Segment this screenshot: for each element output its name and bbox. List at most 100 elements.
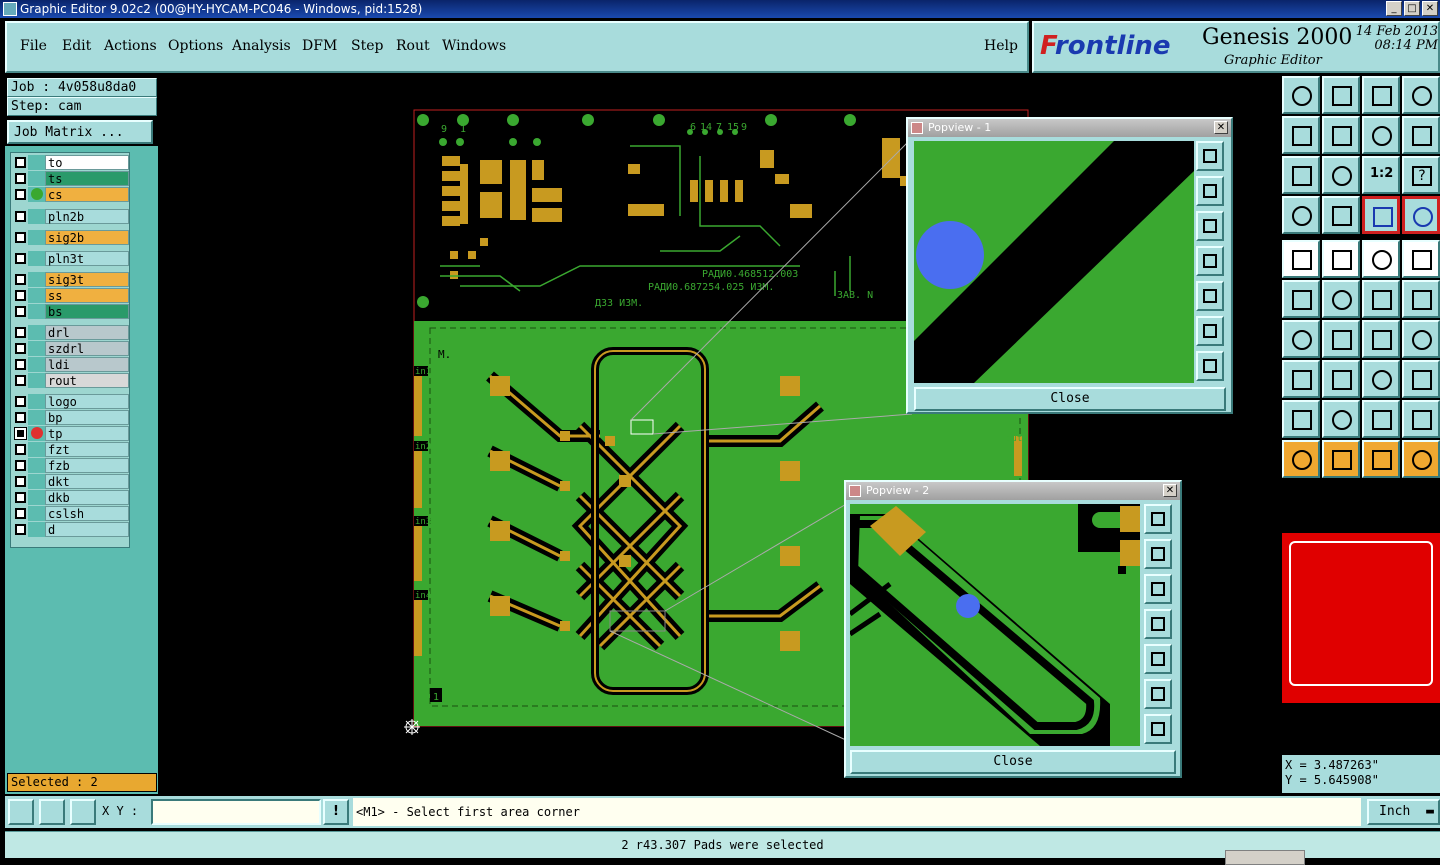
layer-row-sig2b[interactable]: sig2b (11, 230, 129, 245)
layer-color-swatch[interactable] (28, 272, 45, 287)
layer-checkbox[interactable] (15, 359, 26, 370)
menu-windows[interactable]: Windows (442, 38, 506, 54)
layer-checkbox[interactable] (15, 290, 26, 301)
xy-input[interactable] (151, 799, 321, 825)
layer-name[interactable]: pln2b (45, 209, 129, 224)
tool-triangle2-button[interactable] (1322, 400, 1360, 438)
grid-tool[interactable] (70, 799, 96, 825)
popview-1-home-tool[interactable] (1196, 351, 1224, 381)
layer-row-to[interactable]: to (11, 155, 129, 170)
layer-name[interactable]: dkb (45, 490, 129, 505)
layer-color-swatch[interactable] (28, 230, 45, 245)
popview-2-pan-up-tool[interactable] (1144, 539, 1172, 569)
maximize-button[interactable]: □ (1404, 1, 1420, 16)
menu-actions[interactable]: Actions (104, 38, 157, 54)
layer-row-pln3t[interactable]: pln3t (11, 251, 129, 266)
layer-row-logo[interactable]: logo (11, 394, 129, 409)
tool-triangle4-button[interactable] (1402, 400, 1440, 438)
tool-help-button[interactable]: ? (1402, 156, 1440, 194)
layer-name[interactable]: tp (45, 426, 129, 441)
layer-row-pln2b[interactable]: pln2b (11, 209, 129, 224)
layer-row-bp[interactable]: bp (11, 410, 129, 425)
tool-layers-red-button[interactable] (1362, 196, 1400, 234)
layer-name[interactable]: pln3t (45, 251, 129, 266)
layer-name[interactable]: rout (45, 373, 129, 388)
layer-row-bs[interactable]: bs (11, 304, 129, 319)
tool-pointer3-button[interactable] (1362, 440, 1400, 478)
popview-1-pan-right-tool[interactable] (1196, 281, 1224, 311)
popview-1-zoom-in-tool[interactable] (1196, 141, 1224, 171)
tool-triangle3-button[interactable] (1362, 400, 1400, 438)
layer-checkbox[interactable] (15, 396, 26, 407)
info-button[interactable]: ! (323, 799, 349, 825)
layer-name[interactable]: cslsh (45, 506, 129, 521)
tool-connect-button[interactable] (1322, 280, 1360, 318)
layer-checkbox[interactable] (14, 427, 27, 440)
close-window-button[interactable]: ✕ (1422, 1, 1438, 16)
layer-row-ldi[interactable]: ldi (11, 357, 129, 372)
layer-color-swatch[interactable] (28, 304, 45, 319)
job-matrix-button[interactable]: Job Matrix ... (7, 120, 153, 144)
layer-color-swatch[interactable] (28, 187, 45, 202)
tool-pointer2-button[interactable] (1322, 440, 1360, 478)
popview-1-pan-up-tool[interactable] (1196, 176, 1224, 206)
layer-name[interactable]: ss (45, 288, 129, 303)
layer-name[interactable]: to (45, 155, 129, 170)
popview-2-x-button[interactable]: ✕ (1163, 484, 1177, 497)
tool-grid-button[interactable] (1322, 196, 1360, 234)
layer-color-swatch[interactable] (28, 522, 45, 537)
menu-analysis[interactable]: Analysis (232, 38, 291, 54)
menu-options[interactable]: Options (168, 38, 223, 54)
snap-tool-1[interactable] (8, 799, 34, 825)
popview-2-pan-right-tool[interactable] (1144, 644, 1172, 674)
tool-distance-button[interactable] (1362, 360, 1400, 398)
layer-name[interactable]: cs (45, 187, 129, 202)
tool-measure-button[interactable] (1322, 240, 1360, 278)
layer-color-swatch[interactable] (28, 506, 45, 521)
tool-snap-point-button[interactable] (1362, 280, 1400, 318)
tool-ruler-button[interactable] (1362, 240, 1400, 278)
tool-minus-button[interactable] (1322, 360, 1360, 398)
layer-name[interactable]: bs (45, 304, 129, 319)
layer-row-d[interactable]: d (11, 522, 129, 537)
tool-select-dotted-button[interactable] (1402, 240, 1440, 278)
tool-line-button[interactable] (1322, 320, 1360, 358)
popview-1-view[interactable] (914, 141, 1194, 383)
layer-name[interactable]: bp (45, 410, 129, 425)
layer-color-swatch[interactable] (28, 288, 45, 303)
tool-mirror-button[interactable] (1402, 116, 1440, 154)
layer-row-ss[interactable]: ss (11, 288, 129, 303)
tool-snap-point2-button[interactable] (1402, 280, 1440, 318)
layer-color-swatch[interactable] (28, 394, 45, 409)
tool-home-button[interactable] (1362, 76, 1400, 114)
tool-arc-button[interactable] (1362, 320, 1400, 358)
layer-checkbox[interactable] (15, 211, 26, 222)
layer-checkbox[interactable] (15, 460, 26, 471)
popview-2-pan-left-tool[interactable] (1144, 609, 1172, 639)
tool-fit-screen-button[interactable] (1282, 156, 1320, 194)
layer-checkbox[interactable] (15, 253, 26, 264)
tool-zoom-center-button[interactable] (1322, 156, 1360, 194)
tool-select-pad-button[interactable] (1282, 240, 1320, 278)
popview-1-fit-tool[interactable] (1196, 316, 1224, 346)
layer-name[interactable]: drl (45, 325, 129, 340)
menu-file[interactable]: File (20, 38, 47, 54)
popview-1-window[interactable]: Popview - 1 ✕ Close (906, 117, 1233, 414)
layer-checkbox[interactable] (15, 492, 26, 503)
layer-color-swatch[interactable] (28, 442, 45, 457)
popview-1-x-button[interactable]: ✕ (1214, 121, 1228, 134)
layer-checkbox[interactable] (15, 444, 26, 455)
layer-color-swatch[interactable] (28, 251, 45, 266)
tool-zoom-1to1-button[interactable]: 1:2 (1362, 156, 1400, 194)
layer-row-rout[interactable]: rout (11, 373, 129, 388)
popview-1-pan-down-tool[interactable] (1196, 211, 1224, 241)
layer-name[interactable]: szdrl (45, 341, 129, 356)
menu-edit[interactable]: Edit (62, 38, 91, 54)
layer-color-swatch[interactable] (28, 325, 45, 340)
layer-checkbox[interactable] (15, 173, 26, 184)
menu-rout[interactable]: Rout (396, 38, 430, 54)
tool-rotate-button[interactable] (1362, 116, 1400, 154)
layer-checkbox[interactable] (15, 157, 26, 168)
layer-row-fzb[interactable]: fzb (11, 458, 129, 473)
layer-row-szdrl[interactable]: szdrl (11, 341, 129, 356)
